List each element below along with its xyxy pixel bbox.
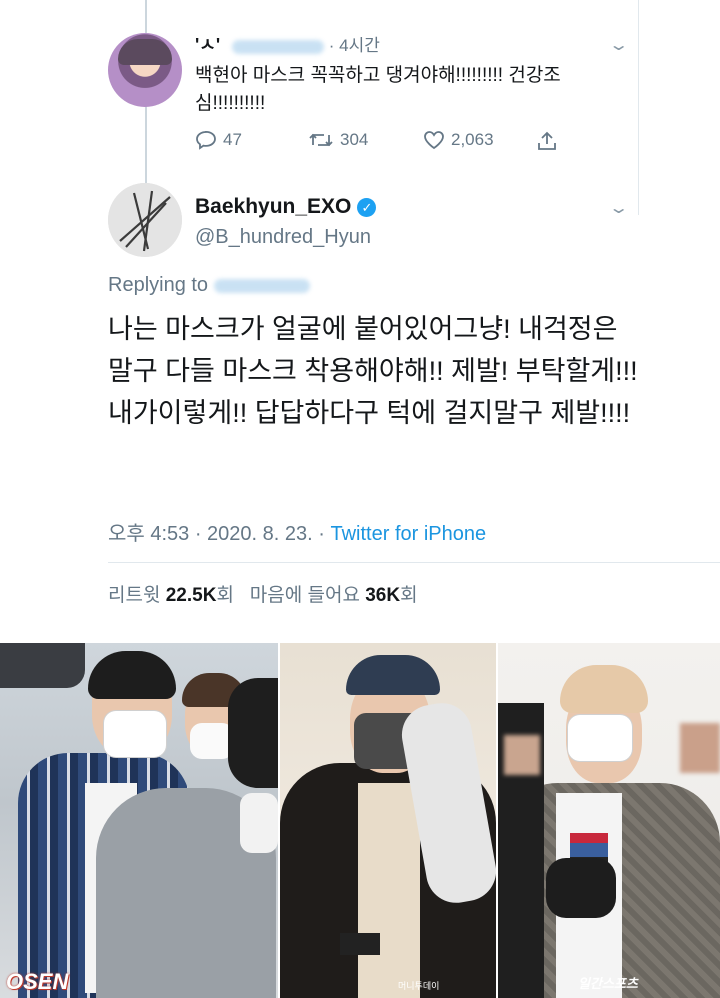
blurred-reply-handle[interactable] bbox=[213, 278, 310, 293]
main-author-handle[interactable]: @B_hundred_Hyun bbox=[195, 226, 371, 249]
beige-top bbox=[358, 783, 420, 998]
panel-edge bbox=[638, 0, 639, 215]
replying-to: Replying to bbox=[108, 274, 310, 297]
retweets-label: 리트윗 bbox=[108, 585, 161, 606]
retweet-icon bbox=[309, 133, 333, 147]
share-button[interactable] bbox=[536, 130, 558, 152]
share-icon bbox=[538, 131, 556, 150]
reply-avatar[interactable] bbox=[108, 33, 182, 107]
like-count: 2,063 bbox=[451, 130, 494, 149]
display-name: Baekhyun_EXO bbox=[195, 195, 352, 218]
retweets-total[interactable]: 22.5K bbox=[166, 585, 217, 606]
crossbody-bag bbox=[546, 858, 616, 918]
photo-middle[interactable]: 머니투데이 bbox=[280, 643, 496, 998]
blurred-face-left bbox=[504, 735, 540, 775]
likes-total[interactable]: 36K bbox=[365, 585, 400, 606]
pouch bbox=[340, 933, 380, 955]
replying-label: Replying to bbox=[108, 274, 209, 296]
car-shape bbox=[0, 643, 85, 688]
verified-badge-icon: ✓ bbox=[357, 198, 377, 217]
blurred-handle bbox=[232, 39, 324, 54]
reply-author-name[interactable]: 'ㅅ' bbox=[195, 31, 220, 57]
blurred-face-right bbox=[680, 723, 720, 773]
osen-watermark: OSEN bbox=[6, 969, 69, 994]
avatar-hair bbox=[118, 39, 172, 65]
person-hair bbox=[88, 651, 176, 699]
avatar-logo bbox=[108, 183, 182, 257]
reply-meta: · 4시간 bbox=[232, 31, 380, 56]
photo-left[interactable]: OSEN bbox=[0, 643, 278, 998]
photo-right[interactable]: 일간스포츠 bbox=[498, 643, 720, 998]
blonde-hair bbox=[560, 665, 648, 713]
navy-cap bbox=[346, 655, 440, 695]
main-author-name[interactable]: Baekhyun_EXO ✓ bbox=[195, 195, 377, 219]
mt-watermark: 머니투데이 bbox=[398, 981, 440, 991]
retweet-button[interactable]: 304 bbox=[308, 130, 368, 150]
main-tweet-text: 나는 마스크가 얼굴에 붙어있어그냥! 내걱정은 말구 다들 마스크 착용해야해… bbox=[108, 314, 638, 428]
ilgan-watermark: 일간스포츠 bbox=[578, 976, 638, 991]
face-mask bbox=[104, 711, 166, 757]
reply-count: 47 bbox=[223, 130, 242, 149]
foreground-hair bbox=[228, 678, 278, 788]
main-chevron-down-icon[interactable]: ⌄ bbox=[608, 198, 629, 218]
photo-strip: OSEN 머니투데이 일간스포츠 bbox=[0, 643, 720, 998]
retweet-count: 304 bbox=[340, 130, 369, 149]
like-button[interactable]: 2,063 bbox=[423, 130, 494, 150]
likes-label: 마음에 들어요 bbox=[249, 585, 360, 606]
tweet-time[interactable]: 오후 4:53 · 2020. 8. 23. · bbox=[108, 523, 330, 545]
heart-icon bbox=[424, 131, 444, 150]
reply-text: 백현아 마스크 꼭꼭하고 댕겨야해!!!!!!!!! 건강조심!!!!!!!!!… bbox=[195, 65, 561, 114]
reply-timestamp: · 4시간 bbox=[328, 36, 380, 55]
retweets-suffix: 회 bbox=[216, 585, 234, 606]
divider bbox=[108, 562, 720, 563]
tweet-source-link[interactable]: Twitter for iPhone bbox=[330, 523, 486, 545]
tweet-timestamp: 오후 4:53 · 2020. 8. 23. · Twitter for iPh… bbox=[108, 517, 486, 546]
reply-chevron-down-icon[interactable]: ⌄ bbox=[608, 35, 629, 55]
foreground-mask bbox=[240, 793, 278, 853]
likes-suffix: 회 bbox=[400, 585, 418, 606]
face-mask bbox=[568, 715, 632, 761]
comment-icon bbox=[196, 130, 216, 150]
reply-button[interactable]: 47 bbox=[195, 130, 242, 150]
engagement-stats: 리트윗 22.5K회 마음에 들어요 36K회 bbox=[108, 580, 418, 607]
main-avatar[interactable] bbox=[108, 183, 182, 257]
